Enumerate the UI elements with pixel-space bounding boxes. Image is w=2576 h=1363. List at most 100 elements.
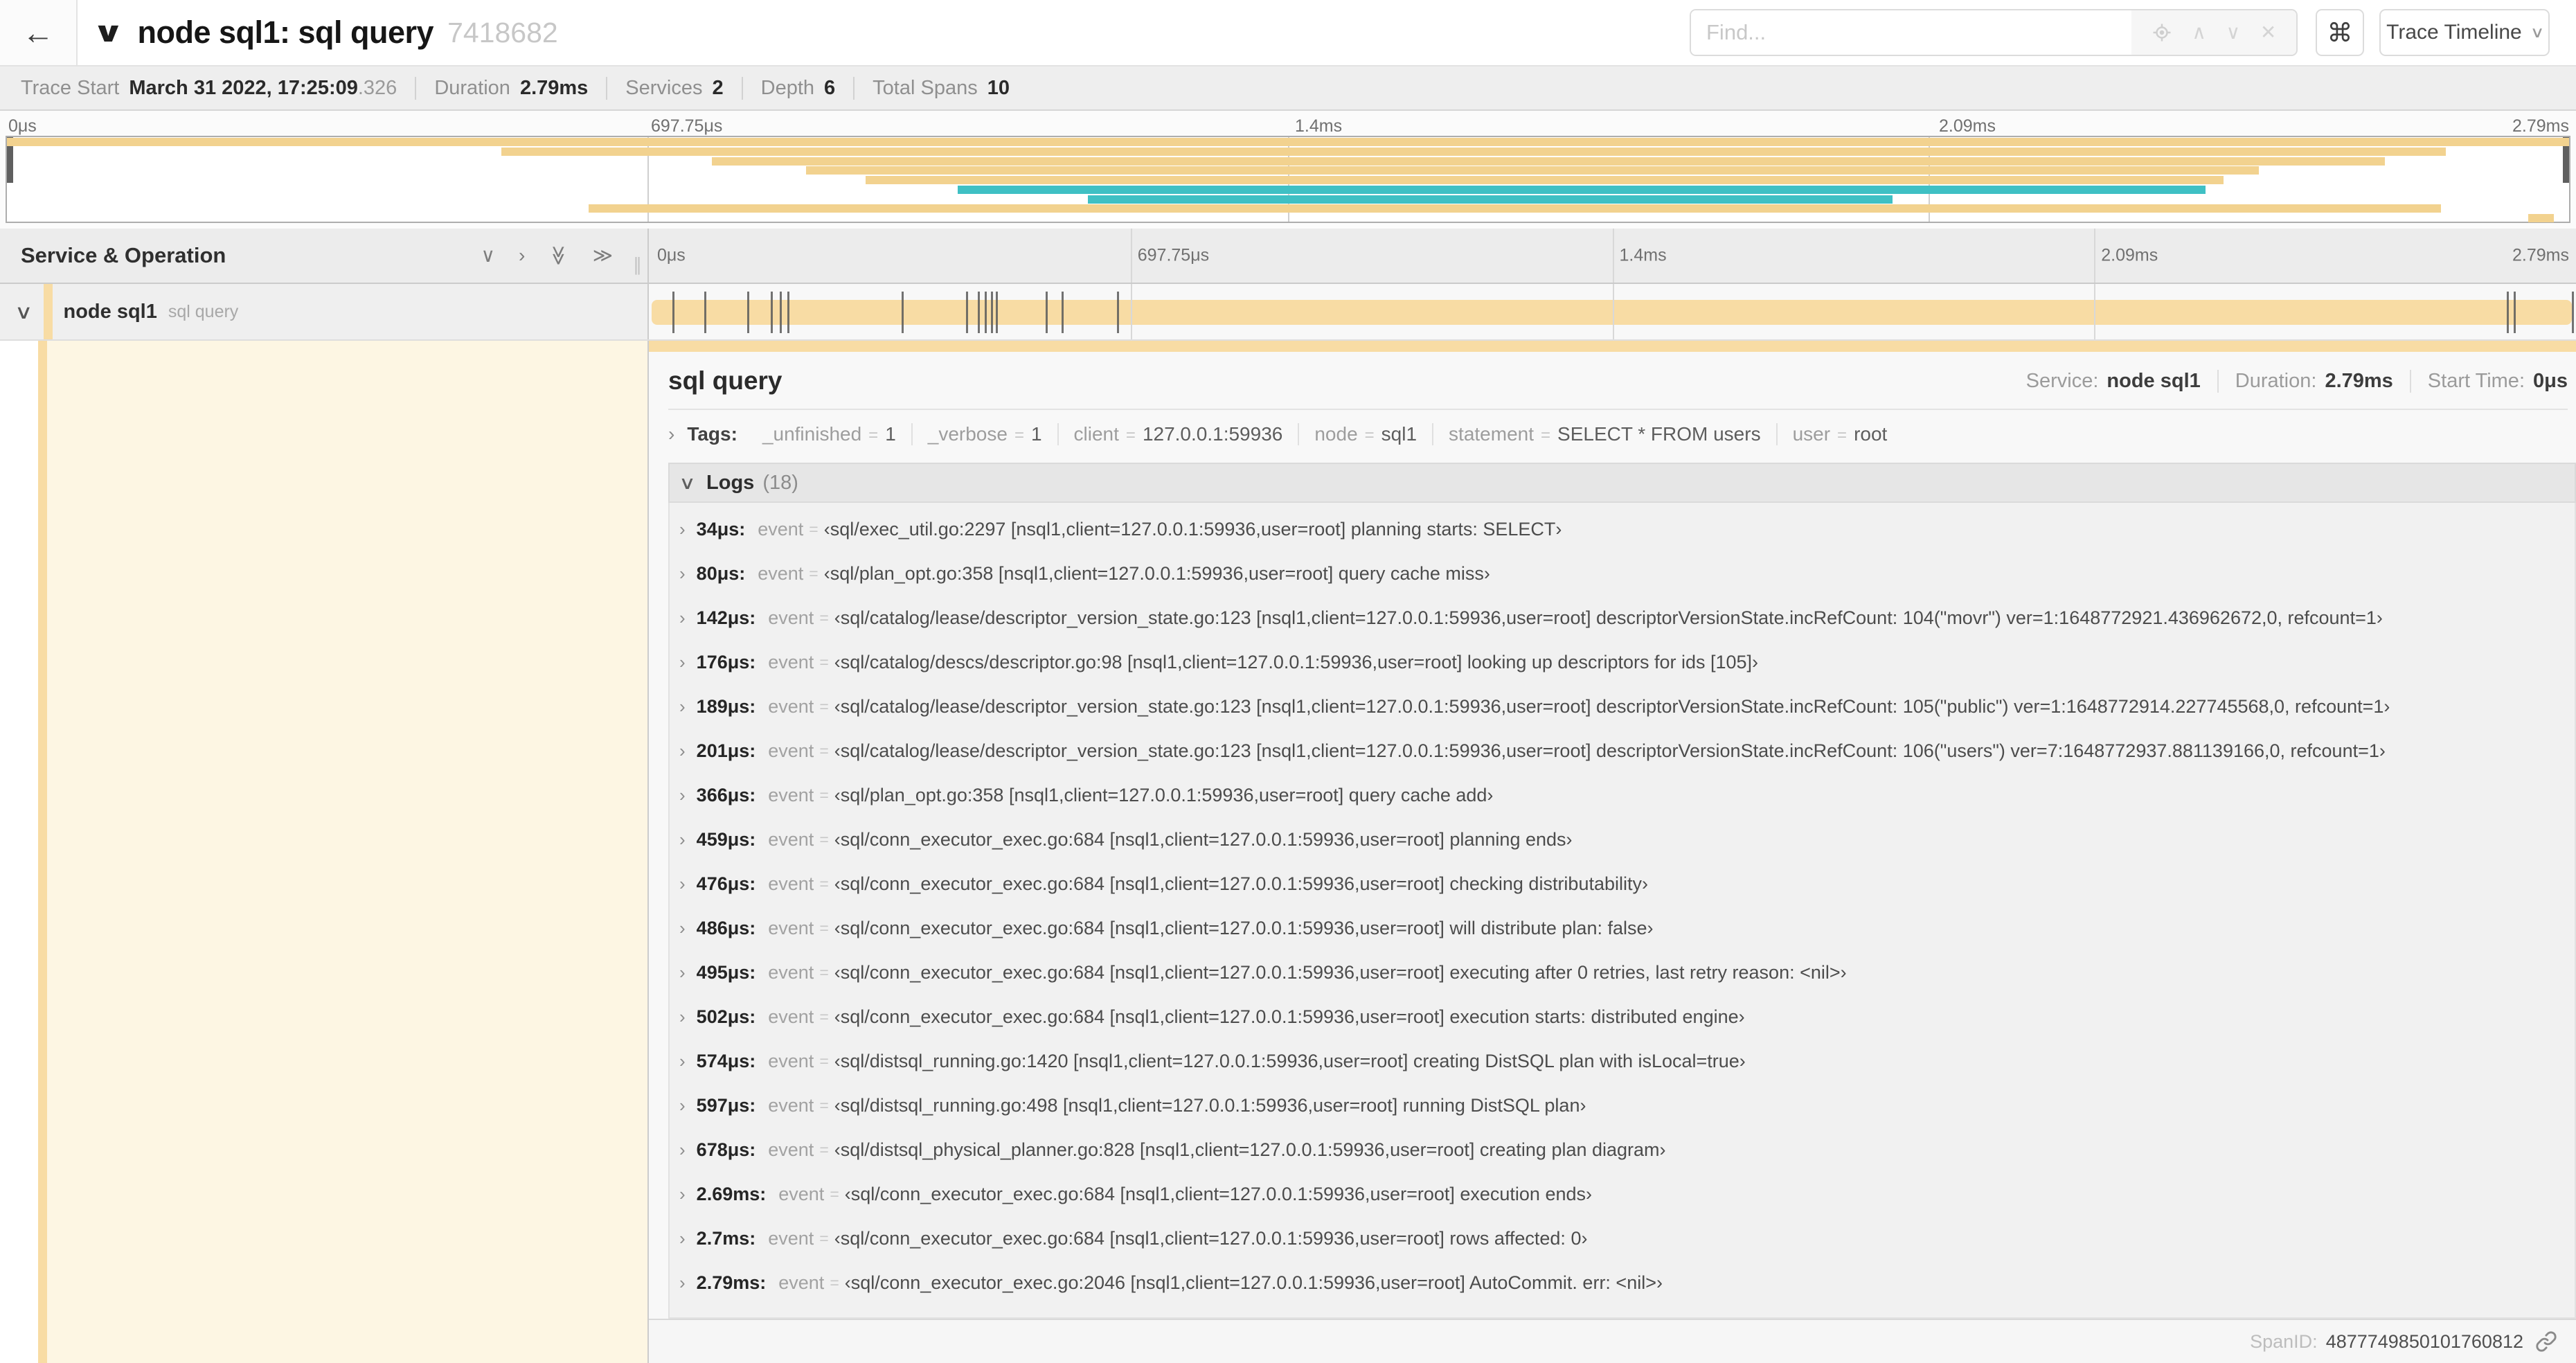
log-row[interactable]: › 201μs: event = ‹sql/catalog/lease/descript… [679,729,2575,773]
log-timestamp: 142μs: [696,607,756,628]
timeline-ticks-header: 0μs 697.75μs 1.4ms 2.09ms 2.79ms [649,229,2576,283]
log-field-key: event [768,651,814,672]
span-detail-row: sql query Service: node sql1 Duration: 2.79… [0,341,2576,1363]
grid-line [2094,229,2096,283]
chevron-right-icon: › [679,651,686,672]
log-row[interactable]: › 574μs: event = ‹sql/distsql_running.go:142… [679,1039,2575,1083]
minimap-tick-label: 2.79ms [2512,116,2569,136]
log-row[interactable]: › 2.69ms: event = ‹sql/conn_executor_exec.go… [679,1172,2575,1216]
log-timestamp: 476μs: [696,873,756,894]
stat-item: Services 2 [625,76,743,100]
expand-all-icon[interactable]: ≫ [593,246,613,265]
chevron-right-icon: › [679,607,686,628]
log-row[interactable]: › 34μs: event = ‹sql/exec_util.go:2297 [nsql… [679,507,2575,551]
log-row[interactable]: › 495μs: event = ‹sql/conn_executor_exec.go:… [679,950,2575,995]
find-clear-icon[interactable]: ✕ [2260,23,2276,42]
spanid-value: 4877749850101760812 [2325,1330,2523,1352]
log-equals: = [819,1140,829,1159]
log-row[interactable]: › 486μs: event = ‹sql/conn_executor_exec.go:… [679,906,2575,950]
collapse-one-icon[interactable]: ∨ [481,246,496,265]
stat-item: Total Spans 10 [873,77,1028,100]
span-detail-panel: sql query Service: node sql1 Duration: 2.79… [649,341,2576,1363]
log-timestamp: 189μs: [696,695,756,717]
view-selector-button[interactable]: Trace Timeline ∨ [2379,9,2550,56]
service-color-bar [43,284,53,339]
chevron-right-icon: › [679,828,686,850]
tag-equals: = [1014,426,1024,445]
log-field-value: ‹sql/conn_executor_exec.go:684 [nsql1,cl… [834,1006,1745,1027]
log-row[interactable]: › 678μs: event = ‹sql/distsql_physical_plann… [679,1128,2575,1172]
logs-header[interactable]: ∨ Logs (18) [668,463,2576,503]
log-equals: = [819,697,829,715]
chevron-down-icon: ∨ [679,472,696,493]
timeline-tick-label: 2.09ms [2101,245,2158,265]
log-row[interactable]: › 2.79ms: event = ‹sql/conn_executor_exec.go… [679,1260,2575,1305]
header-controls: ∧ ∨ ✕ ⌘ Trace Timeline ∨ [1690,9,2550,56]
command-icon: ⌘ [2327,18,2353,47]
collapse-all-icon[interactable]: ≫ [548,245,570,265]
chevron-right-icon: › [679,518,686,540]
log-equals: = [819,741,829,760]
minimap-span-bar [501,147,2447,156]
tag-equals: = [1541,426,1551,445]
back-button[interactable]: ← [0,0,78,65]
log-field-key: event [768,695,814,717]
focus-match-icon[interactable] [2152,22,2172,43]
span-duration-bar[interactable] [652,300,2572,325]
log-equals: = [819,963,829,981]
column-resizer-handle[interactable]: ∥ [633,254,643,276]
log-row[interactable]: › 189μs: event = ‹sql/catalog/lease/descript… [679,684,2575,729]
log-tick-marker [965,292,968,333]
trace-collapse-icon[interactable]: ∨ [92,17,125,48]
log-tick-marker [990,292,993,333]
overview-item: Start Time: 0μs [2409,369,2568,393]
log-row[interactable]: › 366μs: event = ‹sql/plan_opt.go:358 [nsql1… [679,773,2575,817]
span-collapse-icon[interactable]: ∨ [15,301,33,323]
tag-key: node [1314,423,1358,445]
span-name-cell[interactable]: ∨ node sql1 sql query [0,284,649,339]
trace-page: ← ∨ node sql1: sql query 7418682 ∧ ∨ ✕ ⌘ [0,0,2576,1363]
timeline-tick-label: 1.4ms [1619,245,1667,265]
span-row[interactable]: ∨ node sql1 sql query [0,284,2576,341]
minimap-tick-labels: 0μs 697.75μs 1.4ms 2.09ms 2.79ms [0,111,2576,136]
stat-item: Duration 2.79ms [434,76,608,100]
log-tick-marker [1117,292,1120,333]
find-next-icon[interactable]: ∨ [2226,23,2241,42]
keyboard-shortcuts-button[interactable]: ⌘ [2316,9,2364,56]
log-row[interactable]: › 142μs: event = ‹sql/catalog/lease/descript… [679,596,2575,640]
stat-item: Trace Start March 31 2022, 17:25:09.326 [21,76,417,100]
view-selector-label: Trace Timeline [2386,21,2522,44]
log-row[interactable]: › 476μs: event = ‹sql/conn_executor_exec.go:… [679,862,2575,906]
logs-section: ∨ Logs (18) › 34μs: event = ‹sql/exec_util.g… [668,463,2576,1319]
log-row[interactable]: › 176μs: event = ‹sql/catalog/descs/descript… [679,640,2575,684]
minimap-canvas[interactable] [6,136,2570,223]
log-row[interactable]: › 459μs: event = ‹sql/conn_executor_exec.go:… [679,817,2575,862]
expand-one-icon[interactable]: › [519,246,525,265]
log-field-key: event [778,1183,825,1204]
log-field-value: ‹sql/catalog/descs/descriptor.go:98 [nsq… [834,651,1759,672]
log-row[interactable]: › 2.7ms: event = ‹sql/conn_executor_exec.go:… [679,1216,2575,1260]
minimap-tick-label: 0μs [8,116,37,136]
log-equals: = [819,1096,829,1114]
tags-list: _unfinished = 1 _verbose = 1 client = 127.0.0.1:… [747,423,1902,445]
log-row[interactable]: › 502μs: event = ‹sql/conn_executor_exec.go:… [679,995,2575,1039]
log-field-value: ‹sql/conn_executor_exec.go:684 [nsql1,cl… [834,961,1847,983]
tag-item: client = 127.0.0.1:59936 [1059,423,1300,445]
log-row[interactable]: › 80μs: event = ‹sql/plan_opt.go:358 [nsql1,… [679,551,2575,596]
log-field-value: ‹sql/conn_executor_exec.go:684 [nsql1,cl… [834,828,1573,850]
log-field-key: event [768,1139,814,1160]
log-row[interactable]: › 597μs: event = ‹sql/distsql_running.go:498… [679,1083,2575,1128]
tags-row[interactable]: › Tags: _unfinished = 1 _verbose = 1 client = 12… [668,414,2576,454]
logs-list: › 34μs: event = ‹sql/exec_util.go:2297 [nsql… [668,503,2576,1319]
log-timestamp: 495μs: [696,961,756,983]
log-field-key: event [768,917,814,938]
link-icon[interactable] [2534,1330,2558,1353]
timeline-tick-label: 0μs [657,245,686,265]
chevron-right-icon: › [679,1139,686,1160]
log-field-value: ‹sql/plan_opt.go:358 [nsql1,client=127.0… [834,784,1494,805]
find-prev-icon[interactable]: ∧ [2192,23,2206,42]
find-input[interactable] [1691,10,2131,55]
trace-stats-bar: Trace Start March 31 2022, 17:25:09.326 Du… [0,65,2576,111]
stat-label: Total Spans [873,76,978,99]
minimap-tick-label: 2.09ms [1939,116,1996,136]
